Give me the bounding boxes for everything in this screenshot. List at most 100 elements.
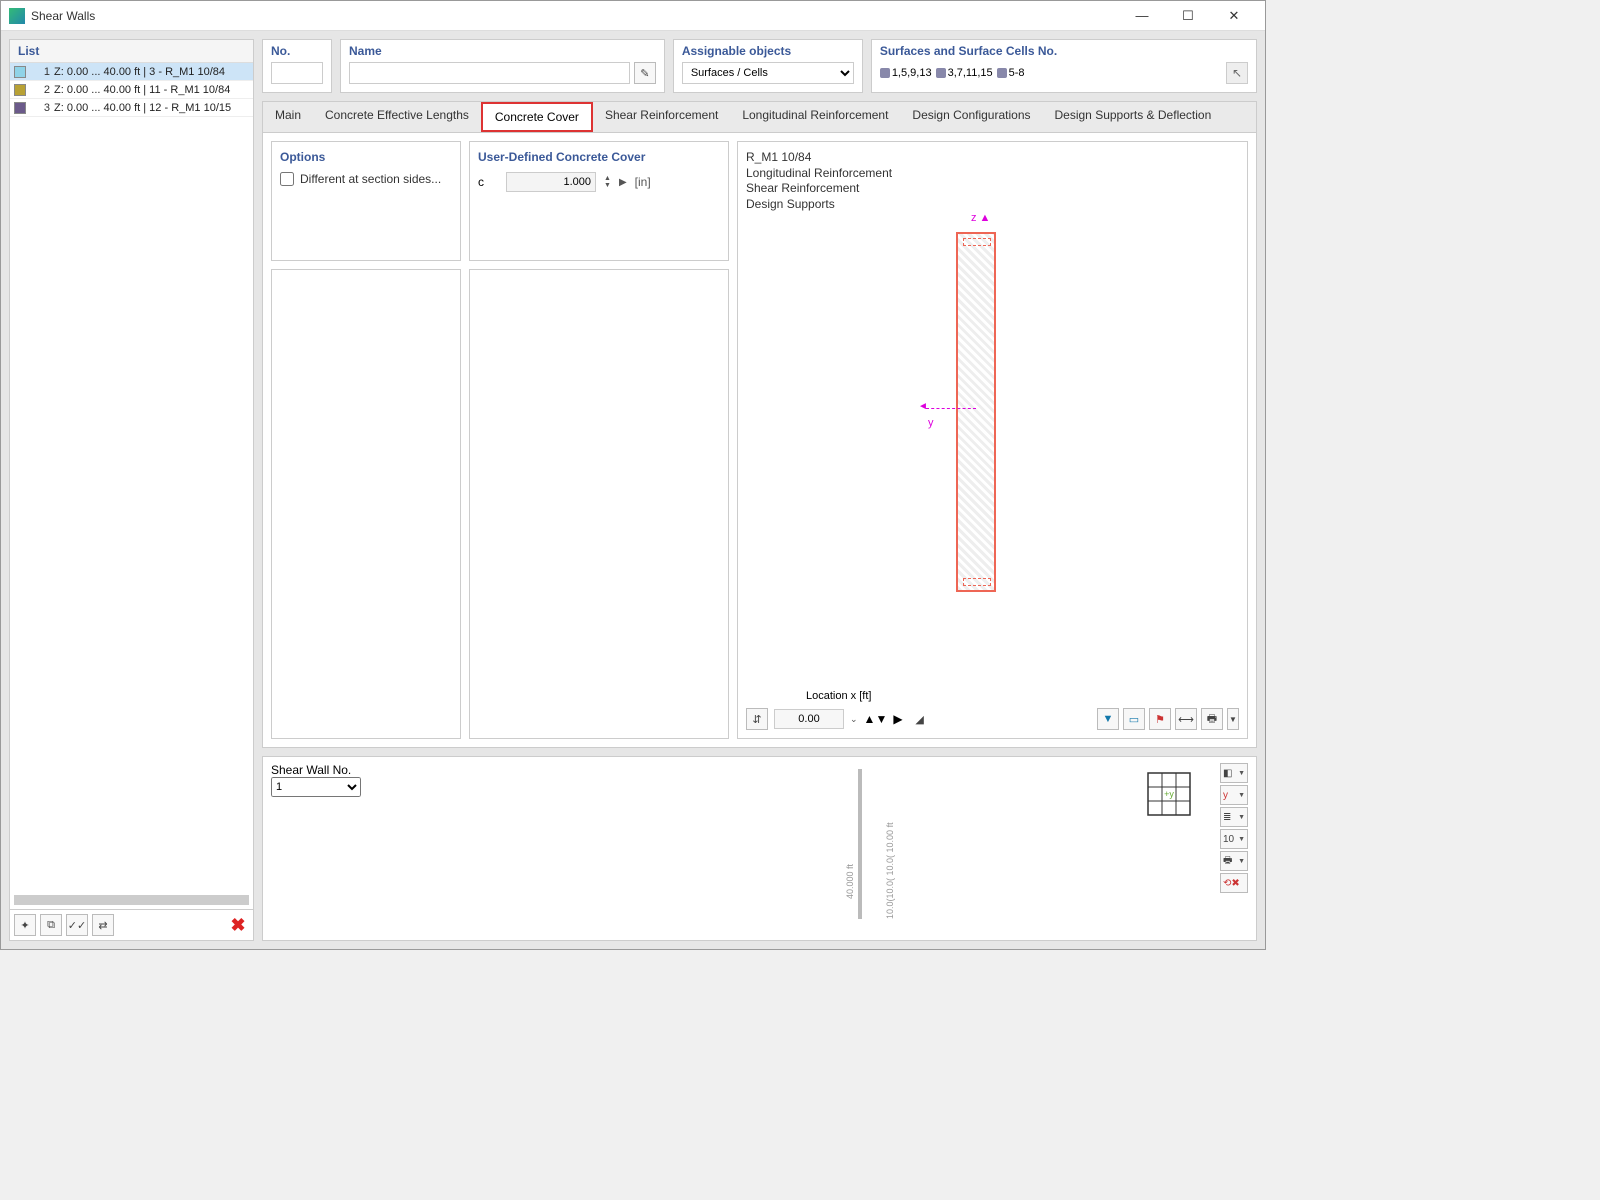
main-area: No. Name ✎ Assignable objects Surfaces /… — [262, 39, 1257, 941]
y-axis-arrow — [926, 408, 976, 409]
list-panel: List 1 Z: 0.00 ... 40.00 ft | 3 - R_M1 1… — [9, 39, 254, 941]
minimize-button[interactable]: — — [1119, 1, 1165, 31]
location-step-button[interactable]: ▶ — [893, 712, 902, 726]
tab-concrete-effective-lengths[interactable]: Concrete Effective Lengths — [313, 102, 481, 132]
surfaces-label: Surfaces and Surface Cells No. — [880, 44, 1248, 58]
section-preview-pane: R_M1 10/84Longitudinal ReinforcementShea… — [737, 141, 1248, 739]
surface-set-icon — [880, 68, 890, 78]
tab-design-supports-deflection[interactable]: Design Supports & Deflection — [1043, 102, 1224, 132]
surfaces-group: Surfaces and Surface Cells No. 1,5,9,13 … — [871, 39, 1257, 93]
tab-concrete-cover[interactable]: Concrete Cover — [481, 102, 593, 132]
measure-button[interactable]: ⟷ — [1175, 708, 1197, 730]
view-cube-button[interactable]: ◧▼ — [1220, 763, 1248, 783]
section-view-button[interactable]: ▭ — [1123, 708, 1145, 730]
tab-shear-reinforcement[interactable]: Shear Reinforcement — [593, 102, 730, 132]
maximize-button[interactable]: ☐ — [1165, 1, 1211, 31]
print-dropdown-button[interactable]: ▼ — [1227, 708, 1239, 730]
location-input[interactable] — [774, 709, 844, 729]
model-preview-pane: Shear Wall No. 1 10.0(10.0( 10.0( 10.00 … — [262, 756, 1257, 941]
pick-surfaces-button[interactable]: ↖ — [1226, 62, 1248, 84]
edit-name-button[interactable]: ✎ — [634, 62, 656, 84]
name-label: Name — [349, 44, 656, 58]
horizontal-scrollbar[interactable] — [14, 895, 249, 905]
row-text: Z: 0.00 ... 40.00 ft | 12 - R_M1 10/15 — [54, 102, 231, 114]
header-fields: No. Name ✎ Assignable objects Surfaces /… — [262, 39, 1257, 93]
cover-step-button[interactable]: ▶ — [619, 177, 627, 188]
location-spinner[interactable]: ▲▼ — [864, 712, 888, 726]
view-axes-button[interactable]: y▼ — [1220, 785, 1248, 805]
different-sides-label: Different at section sides... — [300, 172, 441, 186]
segment-dims: 10.0(10.0( 10.0( 10.00 ft — [885, 822, 895, 919]
swap-button[interactable]: ⇄ — [92, 914, 114, 936]
no-input[interactable] — [271, 62, 323, 84]
list-item[interactable]: 3 Z: 0.00 ... 40.00 ft | 12 - R_M1 10/15 — [10, 99, 253, 117]
surface-set-1: 1,5,9,13 — [892, 67, 932, 79]
titlebar: Shear Walls — ☐ ✕ — [1, 1, 1265, 31]
shear-walls-dialog: Shear Walls — ☐ ✕ List 1 Z: 0.00 ... 40.… — [0, 0, 1266, 950]
tab-main[interactable]: Main — [263, 102, 313, 132]
list-item[interactable]: 2 Z: 0.00 ... 40.00 ft | 11 - R_M1 10/84 — [10, 81, 253, 99]
cover-title: User-Defined Concrete Cover — [478, 150, 720, 164]
overall-dim: 40.000 ft — [845, 864, 855, 899]
no-label: No. — [271, 44, 323, 58]
tab-longitudinal-reinforcement[interactable]: Longitudinal Reinforcement — [730, 102, 900, 132]
delete-item-button[interactable]: ✖ — [227, 914, 249, 936]
view-print-button[interactable]: 🖶▼ — [1220, 851, 1248, 871]
copy-item-button[interactable]: ⧉ — [40, 914, 62, 936]
different-sides-input[interactable] — [280, 172, 294, 186]
location-flag-button[interactable]: ◢ — [909, 708, 931, 730]
checklist-button[interactable]: ✓✓ — [66, 914, 88, 936]
tab-bar: MainConcrete Effective LengthsConcrete C… — [263, 102, 1256, 133]
preview-info-line: Design Supports — [746, 197, 1239, 213]
cover-unit: [in] — [635, 175, 651, 189]
print-button[interactable]: 🖶 — [1201, 708, 1223, 730]
assignable-label: Assignable objects — [682, 44, 854, 58]
flag-button[interactable]: ⚑ — [1149, 708, 1171, 730]
y-axis-label: y — [928, 417, 934, 429]
preview-info-line: Shear Reinforcement — [746, 181, 1239, 197]
filter-button[interactable]: ▼ — [1097, 708, 1119, 730]
view-layers-button[interactable]: ≣▼ — [1220, 807, 1248, 827]
shear-wall-no-select[interactable]: 1 — [271, 777, 361, 797]
name-input[interactable] — [349, 62, 630, 84]
surfaces-value-row: 1,5,9,13 3,7,11,15 5-8 ↖ — [880, 62, 1248, 84]
color-swatch — [14, 102, 26, 114]
shear-wall-no-label: Shear Wall No. — [271, 763, 361, 777]
no-group: No. — [262, 39, 332, 93]
preview-info-line: Longitudinal Reinforcement — [746, 166, 1239, 182]
new-item-button[interactable]: ✦ — [14, 914, 36, 936]
wall-elevation-sketch: 10.0(10.0( 10.0( 10.00 ft 40.000 ft — [843, 769, 878, 919]
view-scale-button[interactable]: 10▼ — [1220, 829, 1248, 849]
cover-spinner[interactable]: ▲▼ — [604, 175, 611, 189]
view-reset-button[interactable]: ⟲✖ — [1220, 873, 1248, 893]
different-sides-checkbox[interactable]: Different at section sides... — [280, 172, 452, 186]
options-title: Options — [280, 150, 452, 164]
orientation-cube[interactable]: +y — [1142, 767, 1196, 821]
row-number: 1 — [32, 66, 50, 78]
cover-pane: User-Defined Concrete Cover c ▲▼ ▶ [in] — [469, 141, 729, 261]
close-window-button[interactable]: ✕ — [1211, 1, 1257, 31]
name-group: Name ✎ — [340, 39, 665, 93]
assignable-select[interactable]: Surfaces / Cells — [682, 62, 854, 84]
preview-footer: ⇵ ⌄ ▲▼ ▶ ◢ ▼ ▭ ⚑ ⟷ — [746, 702, 1239, 730]
cover-value-input[interactable] — [506, 172, 596, 192]
section-shape — [956, 232, 996, 592]
row-text: Z: 0.00 ... 40.00 ft | 3 - R_M1 10/84 — [54, 66, 225, 78]
app-icon — [9, 8, 25, 24]
surface-set-icon — [936, 68, 946, 78]
list-item[interactable]: 1 Z: 0.00 ... 40.00 ft | 3 - R_M1 10/84 — [10, 63, 253, 81]
location-label: Location x [ft] — [806, 690, 1239, 702]
row-number: 2 — [32, 84, 50, 96]
location-dropdown-icon[interactable]: ⌄ — [850, 714, 858, 725]
shear-wall-list[interactable]: 1 Z: 0.00 ... 40.00 ft | 3 - R_M1 10/84 … — [10, 63, 253, 891]
tab-content: Options Different at section sides... Us… — [263, 133, 1256, 747]
color-swatch — [14, 66, 26, 78]
tab-design-configurations[interactable]: Design Configurations — [900, 102, 1042, 132]
list-header: List — [10, 40, 253, 63]
dialog-body: List 1 Z: 0.00 ... 40.00 ft | 3 - R_M1 1… — [1, 31, 1265, 949]
svg-text:+y: +y — [1164, 789, 1174, 799]
blank-pane-2 — [469, 269, 729, 739]
assignable-group: Assignable objects Surfaces / Cells — [673, 39, 863, 93]
location-config-button[interactable]: ⇵ — [746, 708, 768, 730]
row-number: 3 — [32, 102, 50, 114]
